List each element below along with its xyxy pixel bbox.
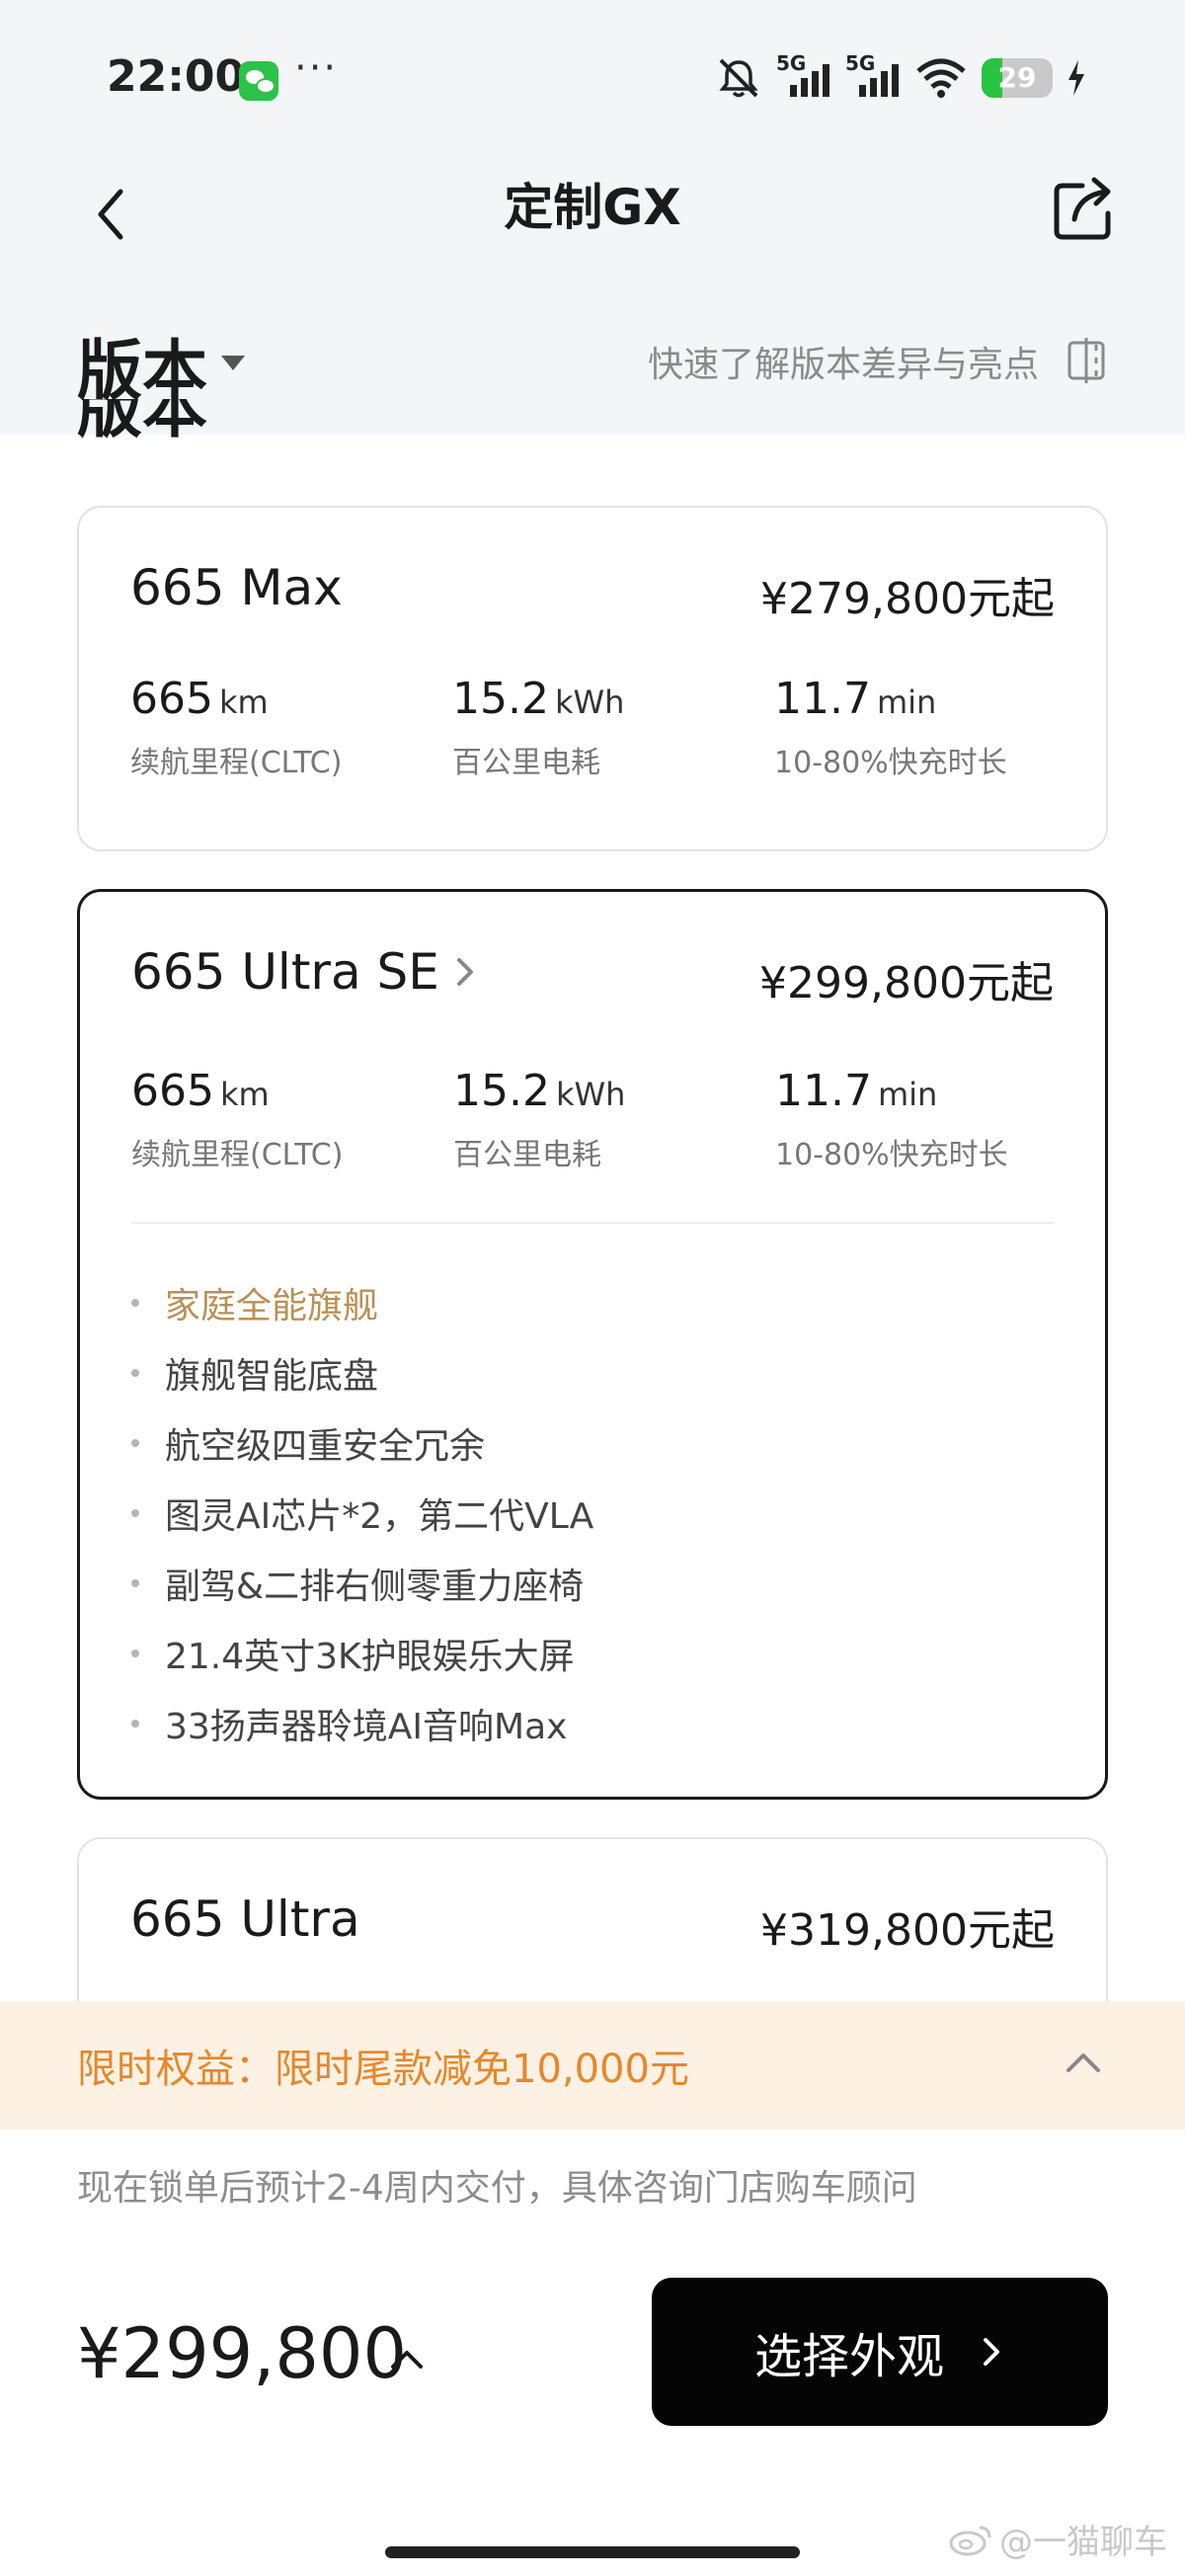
cta-label: 选择外观 bbox=[753, 2329, 944, 2384]
spec-label: 续航里程(CLTC) bbox=[131, 1138, 344, 1172]
feature-list: 家庭全能旗舰 旗舰智能底盘 航空级四重安全冗余 图灵AI芯片*2，第二代VLA … bbox=[131, 1267, 593, 1758]
feature-text: 航空级四重安全冗余 bbox=[165, 1425, 486, 1467]
spec-consumption: 15.2 kWh 百公里电耗 bbox=[452, 674, 768, 781]
card-divider bbox=[131, 1222, 1054, 1224]
version-name[interactable]: 665 Ultra SE bbox=[131, 943, 479, 1001]
weibo-logo-icon bbox=[949, 2526, 991, 2555]
feature-text: 图灵AI芯片*2，第二代VLA bbox=[165, 1495, 594, 1537]
page-title: 定制GX bbox=[504, 179, 681, 236]
feature-item: 副驾&二排右侧零重力座椅 bbox=[131, 1548, 593, 1618]
version-name-text: 665 Ultra SE bbox=[131, 943, 439, 1001]
section-dropdown-icon[interactable] bbox=[221, 356, 245, 370]
spec-label: 续航里程(CLTC) bbox=[130, 746, 343, 780]
spec-range: 665 km 续航里程(CLTC) bbox=[131, 1066, 447, 1173]
battery-level: 29 bbox=[997, 61, 1037, 94]
bullet-icon bbox=[131, 1578, 139, 1587]
version-price: ¥319,800元起 bbox=[760, 1905, 1055, 1956]
feature-text: 旗舰智能底盘 bbox=[165, 1355, 379, 1397]
spec-label: 百公里电耗 bbox=[452, 746, 600, 780]
feature-text: 副驾&二排右侧零重力座椅 bbox=[165, 1566, 585, 1607]
version-name-text: 665 Max bbox=[130, 559, 343, 616]
spec-range: 665 km 续航里程(CLTC) bbox=[130, 674, 446, 781]
bullet-icon bbox=[131, 1508, 139, 1517]
spec-value: 665 bbox=[130, 674, 213, 724]
signal-icon-sim1: 5G bbox=[776, 51, 831, 101]
compare-versions-link[interactable]: 快速了解版本差异与亮点 bbox=[648, 336, 1039, 387]
price-detail-chevron-up-icon[interactable] bbox=[385, 2341, 429, 2376]
feature-item: 图灵AI芯片*2，第二代VLA bbox=[131, 1478, 593, 1548]
chevron-right-icon[interactable] bbox=[451, 952, 479, 992]
signal-label-sim2: 5G bbox=[845, 51, 876, 75]
charging-icon bbox=[1068, 60, 1084, 96]
home-indicator[interactable] bbox=[385, 2546, 800, 2558]
spec-unit: km bbox=[219, 1076, 270, 1113]
scrolled-section-title: 版本 bbox=[77, 399, 275, 439]
spec-consumption: 15.2 kWh 百公里电耗 bbox=[453, 1066, 769, 1173]
wechat-notification-icon bbox=[239, 61, 278, 101]
signal-label-sim1: 5G bbox=[776, 51, 807, 75]
spec-charge-time: 11.7 min 10-80%快充时长 bbox=[774, 674, 1090, 781]
version-price: ¥279,800元起 bbox=[760, 574, 1055, 624]
scrolled-section-title-text: 版本 bbox=[77, 399, 207, 439]
version-name: 665 Ultra bbox=[130, 1891, 360, 1948]
chevron-right-icon bbox=[984, 2338, 999, 2366]
chevron-up-icon[interactable] bbox=[1059, 2043, 1108, 2082]
mute-icon bbox=[719, 58, 758, 98]
spec-value: 11.7 bbox=[774, 674, 871, 724]
delivery-note: 现在锁单后预计2-4周内交付，具体咨询门店购车顾问 bbox=[77, 2168, 917, 2209]
feature-text: 家庭全能旗舰 bbox=[165, 1285, 379, 1327]
spec-value: 15.2 bbox=[452, 674, 549, 724]
feature-item: 旗舰智能底盘 bbox=[131, 1337, 593, 1408]
nav-bar: 定制GX bbox=[0, 158, 1185, 277]
version-price: ¥299,800元起 bbox=[759, 958, 1054, 1008]
watermark: @一猫聊车 bbox=[948, 2515, 1167, 2563]
feature-item: 21.4英寸3K护眼娱乐大屏 bbox=[131, 1618, 593, 1688]
spec-charge-time: 11.7 min 10-80%快充时长 bbox=[775, 1066, 1091, 1173]
version-card-665-ultra-se[interactable]: 665 Ultra SE ¥299,800元起 665 km 续航里程(CLTC)… bbox=[77, 889, 1108, 1800]
signal-icon-sim2: 5G bbox=[845, 51, 901, 101]
watermark-text: @一猫聊车 bbox=[999, 2523, 1167, 2562]
feature-item: 33扬声器聆境AI音响Max bbox=[131, 1688, 593, 1758]
feature-item: 航空级四重安全冗余 bbox=[131, 1408, 593, 1478]
spec-value: 15.2 bbox=[453, 1066, 550, 1116]
spec-label: 10-80%快充时长 bbox=[774, 746, 1007, 780]
total-price[interactable]: ¥299,800 bbox=[77, 2313, 407, 2394]
bullet-icon bbox=[131, 1368, 139, 1377]
status-bar: 22:00 ··· 5G 5G 29 bbox=[0, 0, 1185, 158]
spec-label: 百公里电耗 bbox=[453, 1138, 601, 1172]
spec-unit: kWh bbox=[555, 1076, 626, 1113]
version-name-text: 665 Ultra bbox=[130, 1891, 360, 1948]
wifi-icon bbox=[916, 58, 966, 98]
select-exterior-button[interactable]: 选择外观 bbox=[652, 2278, 1108, 2426]
bottom-panel: 现在锁单后预计2-4周内交付，具体咨询门店购车顾问 ¥299,800 选择外观 bbox=[0, 2130, 1185, 2576]
version-name: 665 Max bbox=[130, 559, 343, 616]
compare-icon[interactable] bbox=[1066, 338, 1106, 383]
spec-value: 11.7 bbox=[775, 1066, 872, 1116]
feature-item: 家庭全能旗舰 bbox=[131, 1267, 593, 1337]
bullet-icon bbox=[131, 1649, 139, 1657]
promo-bar[interactable]: 限时权益：限时尾款减免10,000元 bbox=[0, 2001, 1185, 2130]
spec-unit: kWh bbox=[554, 684, 625, 721]
spec-unit: km bbox=[218, 684, 269, 721]
more-notifications-icon: ··· bbox=[294, 45, 339, 91]
spec-unit: min bbox=[877, 1076, 938, 1113]
bullet-icon bbox=[131, 1438, 139, 1447]
status-icons: 5G 5G 29 bbox=[715, 51, 1086, 103]
spec-value: 665 bbox=[131, 1066, 214, 1116]
feature-text: 33扬声器聆境AI音响Max bbox=[165, 1706, 568, 1747]
spec-label: 10-80%快充时长 bbox=[775, 1138, 1008, 1172]
version-card-665-max[interactable]: 665 Max ¥279,800元起 665 km 续航里程(CLTC) 15.2… bbox=[77, 506, 1108, 851]
status-time: 22:00 bbox=[107, 51, 246, 102]
spec-unit: min bbox=[876, 684, 937, 721]
promo-text: 限时权益：限时尾款减免10,000元 bbox=[77, 2047, 689, 2092]
feature-text: 21.4英寸3K护眼娱乐大屏 bbox=[165, 1636, 575, 1677]
bullet-icon bbox=[131, 1298, 139, 1307]
share-icon[interactable] bbox=[1045, 170, 1124, 249]
battery-icon: 29 bbox=[982, 58, 1053, 98]
bullet-icon bbox=[131, 1719, 139, 1728]
